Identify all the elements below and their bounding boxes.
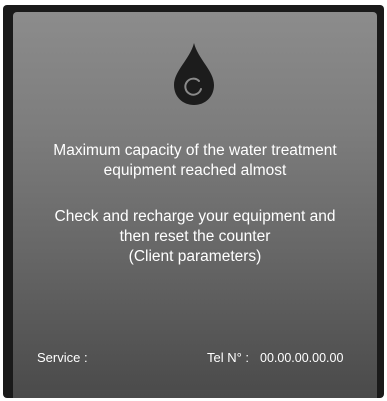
alert-panel: Maximum capacity of the water treatment … (13, 12, 377, 398)
recharge-instruction-line: Check and recharge your equipment and (54, 208, 336, 225)
water-drop-refresh-icon (174, 43, 214, 105)
recharge-instruction-line: then reset the counter (119, 228, 271, 245)
recharge-instruction-message: Check and recharge your equipment and th… (13, 207, 377, 267)
capacity-warning-line: Maximum capacity of the water treatment (53, 142, 337, 159)
tel-label: Tel N° : (207, 350, 250, 365)
capacity-warning-message: Maximum capacity of the water treatment … (13, 141, 377, 181)
tel-number: 00.00.00.00.00 (260, 351, 344, 365)
capacity-warning-line: equipment reached almost (103, 162, 287, 179)
water-drop-shape (174, 43, 214, 105)
recharge-instruction-line: (Client parameters) (128, 248, 262, 265)
service-label: Service : (37, 350, 88, 365)
